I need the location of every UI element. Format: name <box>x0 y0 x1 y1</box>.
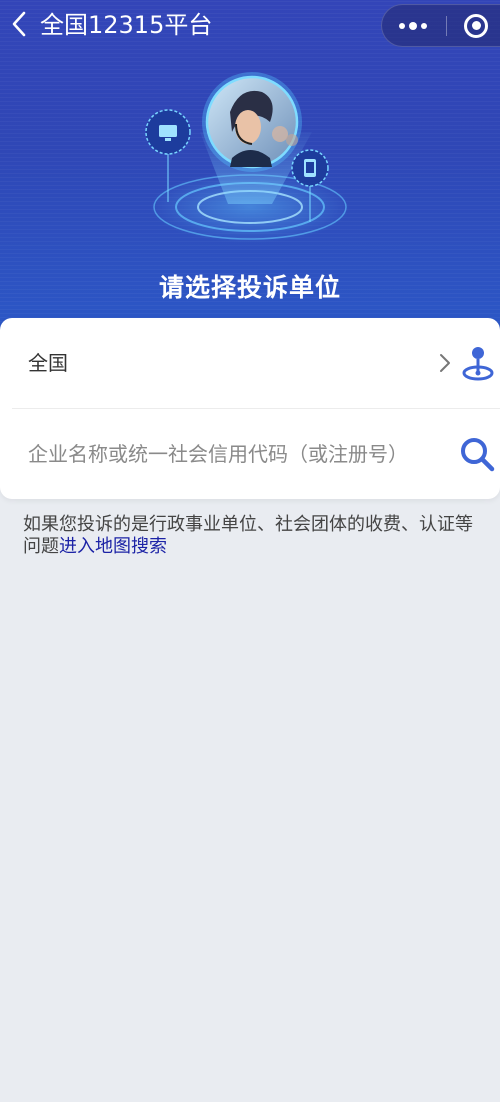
target-circle-icon-dot <box>471 21 481 30</box>
hero-headline: 请选择投诉单位 <box>158 273 341 302</box>
help-note: 如果您投诉的是行政事业单位、社会团体的收费、认证等问题进入地图搜索 <box>23 514 483 558</box>
search-row <box>0 409 500 499</box>
page-title: 全国12315平台 <box>40 11 213 39</box>
more-dots-icon-center <box>409 21 417 30</box>
search-button[interactable] <box>458 435 496 473</box>
more-dots-icon-right <box>421 22 427 29</box>
mini-program-capsule <box>381 4 500 47</box>
complaint-target-card: 全国 <box>0 318 500 499</box>
region-value: 全国 <box>28 351 68 375</box>
more-button[interactable] <box>382 5 444 46</box>
map-search-link[interactable]: 进入地图搜索 <box>59 536 167 557</box>
chevron-right-icon <box>434 352 456 374</box>
customer-service-illustration <box>145 72 350 243</box>
region-selector[interactable]: 全国 <box>0 318 500 408</box>
more-dots-icon <box>399 22 405 29</box>
map-pin-icon[interactable] <box>460 343 496 383</box>
back-button[interactable] <box>6 11 32 37</box>
capsule-divider <box>446 16 447 36</box>
chevron-left-icon <box>12 11 26 37</box>
search-input[interactable] <box>28 437 448 471</box>
target-circle-icon <box>464 13 488 38</box>
nav-bar: 全国12315平台 <box>0 0 500 50</box>
close-button[interactable] <box>452 5 500 46</box>
hero-banner: 全国12315平台 请选择投诉单位 <box>0 0 500 330</box>
search-icon <box>461 438 495 472</box>
